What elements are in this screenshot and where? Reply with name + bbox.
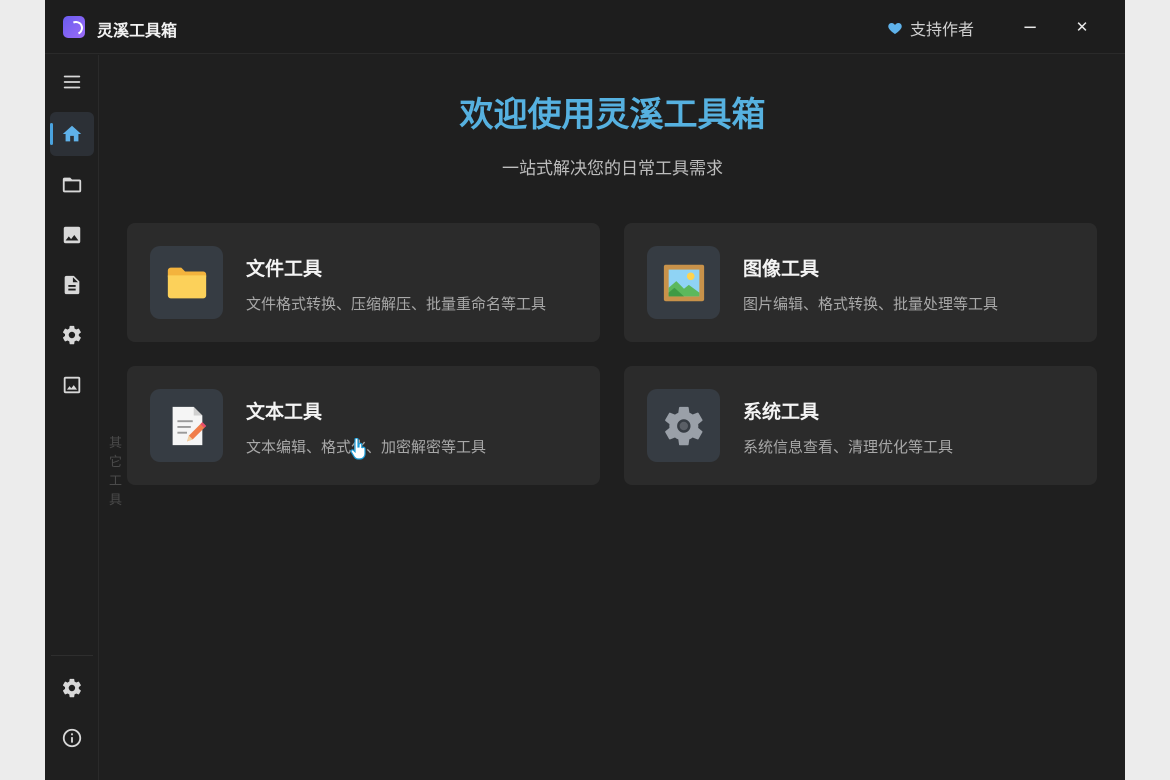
image-icon xyxy=(63,226,81,244)
card-description: 系统信息查看、清理优化等工具 xyxy=(743,438,954,456)
menu-icon xyxy=(63,75,81,89)
memo-icon xyxy=(172,406,206,445)
app-logo-icon xyxy=(63,16,85,38)
card-description: 图片编辑、格式转换、批量处理等工具 xyxy=(743,295,999,313)
gear-icon xyxy=(664,406,703,445)
title-bar: 灵溪工具箱 支持作者 − ✕ xyxy=(45,0,1125,54)
sidebar-item-home[interactable] xyxy=(50,112,94,156)
card-title: 图像工具 xyxy=(743,258,820,280)
sidebar: 其它工具 xyxy=(45,55,122,780)
tool-card-system[interactable]: 系统工具 系统信息查看、清理优化等工具 xyxy=(624,366,1097,485)
info-icon xyxy=(62,728,82,748)
minimize-button[interactable]: − xyxy=(1015,12,1045,42)
support-author-label: 支持作者 xyxy=(910,20,975,39)
card-description: 文件格式转换、压缩解压、批量重命名等工具 xyxy=(246,295,547,313)
card-icon-container xyxy=(150,389,223,462)
settings-icon xyxy=(62,678,81,698)
main-content: 欢迎使用灵溪工具箱 一站式解决您的日常工具需求 文件工具 文件格式转换、压缩解压… xyxy=(100,55,1125,780)
document-icon xyxy=(64,275,80,295)
tool-card-file[interactable]: 文件工具 文件格式转换、压缩解压、批量重命名等工具 xyxy=(127,223,600,342)
framed-picture-icon xyxy=(663,264,704,301)
card-description: 文本编辑、格式化、加密解密等工具 xyxy=(246,438,487,456)
app-window: 灵溪工具箱 支持作者 − ✕ 其它工具 欢迎使用灵溪工具箱 一站式解决您的日常工… xyxy=(45,0,1125,780)
minimize-icon: − xyxy=(1022,16,1038,38)
app-title: 灵溪工具箱 xyxy=(97,21,178,40)
sidebar-divider xyxy=(51,655,93,656)
sidebar-item-images[interactable] xyxy=(50,213,94,257)
support-author-button[interactable]: 支持作者 xyxy=(887,16,974,40)
folder-icon xyxy=(167,267,206,298)
tool-card-text[interactable]: 文本工具 文本编辑、格式化、加密解密等工具 xyxy=(127,366,600,485)
page-subtitle: 一站式解决您的日常工具需求 xyxy=(502,159,723,179)
close-button[interactable]: ✕ xyxy=(1067,12,1097,42)
card-title: 文件工具 xyxy=(246,258,323,280)
sidebar-item-other[interactable] xyxy=(50,363,94,407)
sidebar-menu-toggle[interactable] xyxy=(50,60,94,104)
card-title: 文本工具 xyxy=(246,401,323,423)
close-icon: ✕ xyxy=(1075,18,1089,36)
card-icon-container xyxy=(150,246,223,319)
tool-card-image[interactable]: 图像工具 图片编辑、格式转换、批量处理等工具 xyxy=(624,223,1097,342)
sidebar-item-text[interactable] xyxy=(50,263,94,307)
card-icon-container xyxy=(647,389,720,462)
page-title: 欢迎使用灵溪工具箱 xyxy=(459,95,766,135)
card-title: 系统工具 xyxy=(743,401,820,423)
heart-icon xyxy=(888,23,902,34)
gear-icon xyxy=(62,325,81,345)
sidebar-item-system[interactable] xyxy=(50,313,94,357)
folder-icon xyxy=(62,177,82,193)
picture-icon xyxy=(63,376,81,394)
sidebar-item-files[interactable] xyxy=(50,163,94,207)
card-icon-container xyxy=(647,246,720,319)
home-icon xyxy=(62,125,82,142)
sidebar-item-about[interactable] xyxy=(50,716,94,760)
sidebar-item-settings[interactable] xyxy=(50,666,94,710)
